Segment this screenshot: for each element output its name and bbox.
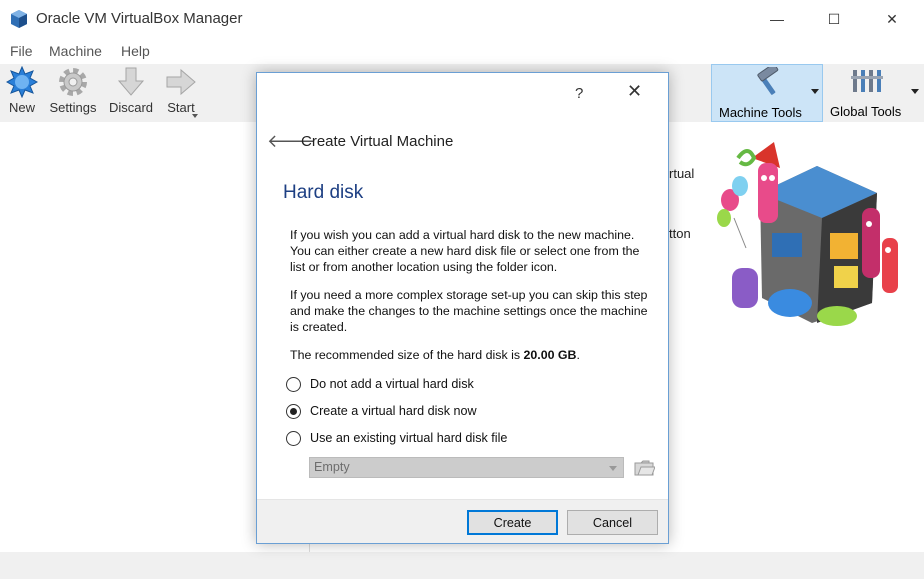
- status-bar: [0, 552, 924, 579]
- new-vm-icon: [6, 66, 38, 98]
- global-tools-button[interactable]: Global Tools: [826, 64, 906, 122]
- background-text-fragment: tton: [669, 226, 691, 241]
- background-text-fragment: rtual: [669, 166, 695, 181]
- new-button[interactable]: New: [4, 66, 40, 122]
- window-title: Oracle VM VirtualBox Manager: [36, 10, 243, 27]
- chevron-down-icon: [609, 466, 617, 471]
- machine-tools-label: Machine Tools: [719, 105, 802, 120]
- option-create-disk[interactable]: Create a virtual hard disk now: [286, 402, 477, 420]
- machine-tools-dropdown-icon[interactable]: [811, 89, 819, 94]
- hammer-icon: [757, 67, 779, 95]
- discard-label: Discard: [108, 100, 154, 115]
- global-tools-dropdown-icon[interactable]: [911, 89, 919, 94]
- virtualbox-app-icon: [11, 10, 27, 28]
- option-no-disk-label: Do not add a virtual hard disk: [310, 377, 474, 391]
- start-dropdown-arrow-icon[interactable]: [192, 114, 198, 118]
- dialog-title: Create Virtual Machine: [301, 133, 454, 150]
- cancel-button[interactable]: Cancel: [567, 510, 658, 535]
- settings-button[interactable]: Settings: [46, 66, 100, 122]
- recommended-size-value: 20.00 GB: [523, 348, 577, 362]
- dialog-help-button[interactable]: ?: [575, 85, 583, 102]
- dialog-button-bar: Create Cancel: [257, 499, 668, 543]
- page-title: Hard disk: [283, 182, 364, 203]
- option-create-disk-label: Create a virtual hard disk now: [310, 404, 477, 418]
- menu-file[interactable]: File: [10, 43, 33, 59]
- existing-disk-select[interactable]: Empty: [309, 457, 624, 478]
- option-no-disk[interactable]: Do not add a virtual hard disk: [286, 375, 474, 393]
- recommended-size-text: The recommended size of the hard disk is…: [290, 347, 650, 363]
- minimize-button[interactable]: —: [754, 0, 800, 38]
- existing-disk-value: Empty: [314, 460, 350, 474]
- menu-help[interactable]: Help: [121, 43, 150, 59]
- create-vm-dialog: ? ✕ 🡐 Create Virtual Machine Hard disk I…: [256, 72, 669, 544]
- discard-button[interactable]: Discard: [107, 66, 155, 122]
- menu-machine[interactable]: Machine: [49, 43, 102, 59]
- tools-icon: [851, 70, 883, 92]
- option-existing-disk[interactable]: Use an existing virtual hard disk file: [286, 429, 507, 447]
- window-titlebar: Oracle VM VirtualBox Manager — ☐ ✕: [0, 0, 924, 38]
- global-tools-label: Global Tools: [830, 104, 902, 119]
- folder-icon[interactable]: [633, 457, 655, 478]
- storage-paragraph: If you need a more complex storage set-u…: [290, 288, 648, 334]
- radio-no-disk[interactable]: [286, 376, 301, 392]
- discard-arrow-icon: [117, 67, 145, 96]
- close-window-button[interactable]: ✕: [869, 0, 915, 38]
- start-arrow-icon: [166, 68, 196, 96]
- menu-bar: File Machine Help: [0, 38, 924, 64]
- recommended-suffix: .: [576, 348, 580, 362]
- settings-label: Settings: [49, 100, 97, 115]
- machine-tools-button[interactable]: Machine Tools: [711, 64, 823, 122]
- radio-existing-disk[interactable]: [286, 430, 301, 446]
- intro-paragraph: If you wish you can add a virtual hard d…: [290, 228, 640, 274]
- radio-create-disk[interactable]: [286, 403, 301, 419]
- new-label: New: [8, 100, 35, 115]
- virtualbox-mascot-illustration: [717, 142, 898, 326]
- dialog-close-button[interactable]: ✕: [627, 81, 642, 102]
- option-existing-disk-label: Use an existing virtual hard disk file: [310, 431, 508, 445]
- start-label: Start: [167, 100, 195, 115]
- create-button[interactable]: Create: [467, 510, 558, 535]
- recommended-prefix: The recommended size of the hard disk is: [290, 348, 524, 362]
- maximize-button[interactable]: ☐: [811, 0, 857, 38]
- gear-icon: [59, 68, 87, 96]
